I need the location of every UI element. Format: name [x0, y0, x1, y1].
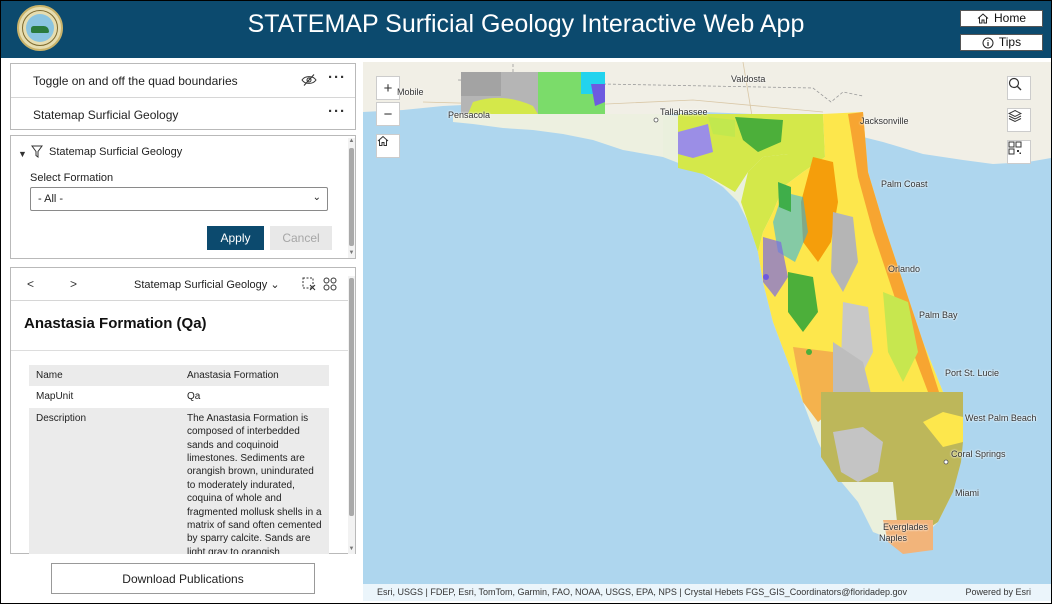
city-label: Jacksonville [860, 116, 909, 126]
table-row: MapUnit Qa [29, 386, 329, 408]
cancel-button[interactable]: Cancel [270, 226, 332, 250]
app-header: STATEMAP Surficial Geology Interactive W… [1, 1, 1051, 58]
table-row: Description The Anastasia Formation is c… [29, 407, 329, 554]
filter-title: Statemap Surficial Geology [49, 146, 183, 158]
feature-title: Anastasia Formation (Qa) [24, 315, 207, 332]
select-features-icon[interactable] [323, 277, 337, 291]
tips-button[interactable]: Tips [960, 34, 1043, 51]
city-label: Port St. Lucie [945, 368, 1000, 378]
zoom-out-button[interactable]: − [376, 102, 400, 126]
info-layer-label: Statemap Surficial Geology [134, 279, 268, 291]
info-toolbar: < > Statemap Surficial Geology ⌄ [11, 268, 348, 301]
city-label: Miami [955, 488, 979, 498]
attribute-key: Description [29, 407, 180, 554]
city-label: Tallahassee [660, 107, 708, 117]
layers-button[interactable] [1007, 108, 1031, 132]
info-scrollbar[interactable]: ▼ [348, 276, 355, 554]
home-icon [977, 13, 989, 24]
city-label: Everglades [883, 522, 929, 532]
download-publications-button[interactable]: Download Publications [51, 563, 315, 594]
map-canvas[interactable] [363, 62, 1051, 601]
layer-item-surficial-geology[interactable]: Statemap Surficial Geology ··· [11, 98, 355, 131]
attribute-table: Name Anastasia Formation MapUnit Qa Desc… [29, 365, 329, 554]
scroll-up-icon[interactable]: ▲ [348, 138, 355, 144]
formation-select[interactable]: - All - ⌄ [30, 187, 328, 211]
attribute-viewport: Name Anastasia Formation MapUnit Qa Desc… [11, 358, 348, 554]
home-button[interactable]: Home [960, 10, 1043, 27]
scrollbar-thumb[interactable] [349, 278, 354, 516]
city-label: Orlando [888, 264, 921, 274]
table-row: Name Anastasia Formation [29, 365, 329, 387]
app-window: STATEMAP Surficial Geology Interactive W… [0, 0, 1052, 604]
filter-panel: ▼ Statemap Surficial Geology Select Form… [10, 135, 356, 259]
attribute-value: Anastasia Formation [180, 365, 329, 387]
layer-item-quad-boundaries[interactable]: Toggle on and off the quad boundaries ··… [11, 64, 355, 98]
home-button-label: Home [993, 11, 1026, 25]
city-label: Mobile [397, 87, 424, 97]
scroll-down-icon[interactable]: ▼ [348, 250, 355, 256]
attribute-value: The Anastasia Formation is composed of i… [180, 407, 329, 554]
map-view[interactable]: + − Mobile Valdosta Pensacola Tallahasse… [363, 62, 1051, 601]
scroll-down-icon[interactable]: ▼ [348, 546, 355, 552]
layer-options-button[interactable]: ··· [328, 69, 346, 86]
attribute-value: Qa [180, 386, 329, 408]
chevron-down-icon: ⌄ [270, 279, 280, 291]
apply-button[interactable]: Apply [207, 226, 264, 250]
attribute-key: MapUnit [29, 386, 180, 408]
city-label: Valdosta [731, 74, 766, 84]
layers-icon [1008, 109, 1022, 123]
clear-selection-icon[interactable] [302, 277, 316, 291]
formation-select-value: - All - [38, 193, 64, 205]
city-label: West Palm Beach [965, 413, 1037, 423]
qr-code-icon [1008, 141, 1022, 155]
page-title: STATEMAP Surficial Geology Interactive W… [247, 10, 805, 38]
info-layer-dropdown[interactable]: Statemap Surficial Geology ⌄ [134, 278, 280, 291]
layer-item-label: Toggle on and off the quad boundaries [33, 74, 238, 88]
select-formation-label: Select Formation [30, 172, 114, 184]
default-extent-button[interactable] [376, 134, 400, 158]
map-attribution: Esri, USGS | FDEP, Esri, TomTom, Garmin,… [363, 584, 1051, 601]
attribution-text: Esri, USGS | FDEP, Esri, TomTom, Garmin,… [377, 587, 907, 597]
layer-options-button[interactable]: ··· [328, 103, 346, 120]
collapse-caret-icon[interactable]: ▼ [18, 149, 27, 159]
city-label: Palm Coast [881, 179, 928, 189]
chevron-down-icon: ⌄ [312, 192, 321, 203]
feature-info-panel: < > Statemap Surficial Geology ⌄ Anastas… [10, 267, 356, 554]
qr-code-button[interactable] [1007, 140, 1031, 164]
filter-icon [31, 145, 43, 158]
filter-scrollbar[interactable]: ▲ ▼ [348, 138, 355, 258]
tips-button-label: Tips [998, 35, 1022, 49]
search-button[interactable] [1007, 76, 1031, 100]
visibility-off-icon[interactable] [301, 73, 317, 87]
search-icon [1008, 77, 1022, 91]
city-label: Pensacola [448, 110, 491, 120]
info-icon [982, 37, 994, 48]
scrollbar-thumb[interactable] [349, 148, 354, 246]
city-label: Palm Bay [919, 310, 958, 320]
next-feature-button[interactable]: > [70, 277, 77, 291]
divider [11, 350, 348, 351]
city-label: Naples [879, 533, 908, 543]
city-label: Coral Springs [951, 449, 1006, 459]
layer-item-label: Statemap Surficial Geology [33, 108, 179, 122]
attribute-key: Name [29, 365, 180, 387]
layer-list-panel: Toggle on and off the quad boundaries ··… [10, 63, 356, 130]
powered-by-esri-link[interactable]: Powered by Esri [965, 587, 1031, 597]
home-icon [377, 135, 389, 146]
previous-feature-button[interactable]: < [27, 277, 34, 291]
